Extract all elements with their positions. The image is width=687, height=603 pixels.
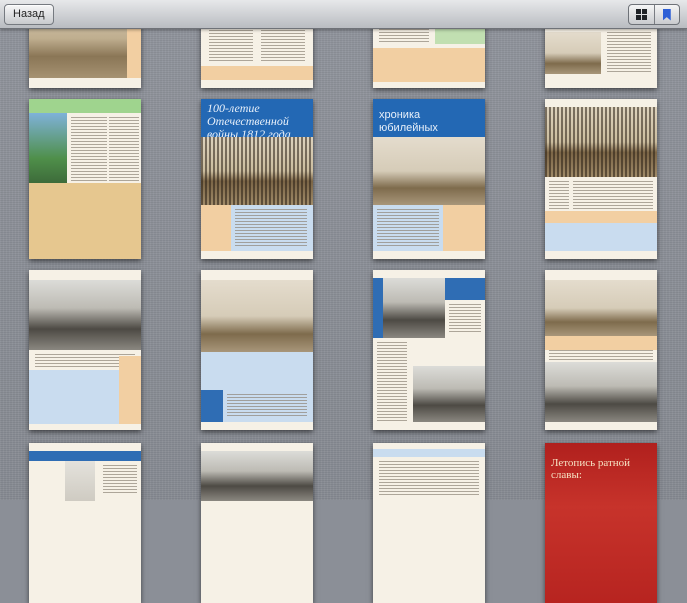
top-toolbar: Назад — [0, 0, 687, 29]
page-text — [109, 117, 139, 181]
page-thumbnail-5[interactable] — [29, 99, 141, 259]
page-title: Летопись ратной славы: — [551, 457, 631, 481]
page-thumbnail-13[interactable] — [29, 443, 141, 603]
page-band — [29, 451, 141, 461]
back-button[interactable]: Назад — [4, 4, 54, 25]
page-band — [201, 390, 223, 422]
page-photo — [201, 280, 313, 352]
page-photo — [29, 280, 141, 350]
grid-icon — [635, 9, 647, 20]
page-band — [373, 278, 383, 338]
page-photo — [545, 362, 657, 422]
page-photo — [545, 280, 657, 336]
page-band — [29, 99, 141, 113]
page-photo — [545, 32, 601, 74]
page-band — [373, 48, 485, 82]
page-text — [235, 209, 307, 247]
page-photo — [373, 137, 485, 205]
page-thumbnail-8[interactable] — [545, 99, 657, 259]
page-title: 100-летие Отечественной войны 1812 года — [201, 99, 313, 141]
page-thumbnail-9[interactable] — [29, 270, 141, 430]
page-title: хроника юбилейных торжеств — [373, 99, 485, 147]
page-text — [607, 32, 651, 72]
page-band — [201, 205, 231, 251]
page-band — [545, 223, 657, 251]
page-band — [373, 449, 485, 457]
page-thumbnail-12[interactable] — [545, 270, 657, 430]
bookmark-icon — [662, 8, 671, 21]
page-text — [227, 394, 307, 418]
page-text — [573, 181, 653, 211]
page-text — [71, 117, 107, 181]
page-thumbnail-16[interactable]: Летопись ратной славы: — [545, 443, 657, 603]
page-text — [103, 465, 137, 495]
page-text — [379, 461, 479, 495]
page-band — [201, 66, 313, 80]
page-photo — [29, 113, 67, 183]
page-photo — [383, 278, 445, 338]
page-band — [443, 205, 485, 251]
view-switcher — [628, 4, 680, 25]
page-cover: Летопись ратной славы: — [545, 443, 657, 603]
page-thumbnail-15[interactable] — [373, 443, 485, 603]
page-photo — [65, 461, 95, 501]
page-photo — [545, 107, 657, 177]
bookmarks-button[interactable] — [653, 5, 680, 24]
page-band — [545, 336, 657, 350]
page-band — [29, 370, 119, 424]
page-text — [449, 304, 481, 334]
page-text — [377, 209, 439, 247]
grid-view-button[interactable] — [629, 5, 654, 24]
page-band — [119, 356, 141, 424]
page-text — [549, 181, 569, 211]
page-map — [29, 183, 141, 259]
page-text — [549, 350, 653, 360]
page-thumbnail-6[interactable]: 100-летие Отечественной войны 1812 года — [201, 99, 313, 259]
page-band — [545, 211, 657, 223]
page-photo — [201, 451, 313, 501]
page-photo — [201, 137, 313, 205]
page-thumbnail-14[interactable] — [201, 443, 313, 603]
page-thumbnail-7[interactable]: хроника юбилейных торжеств — [373, 99, 485, 259]
page-text — [377, 342, 407, 422]
page-band — [201, 352, 313, 390]
page-band — [445, 278, 485, 300]
page-thumbnail-11[interactable] — [373, 270, 485, 430]
page-photo — [413, 366, 485, 422]
page-thumbnail-10[interactable] — [201, 270, 313, 430]
